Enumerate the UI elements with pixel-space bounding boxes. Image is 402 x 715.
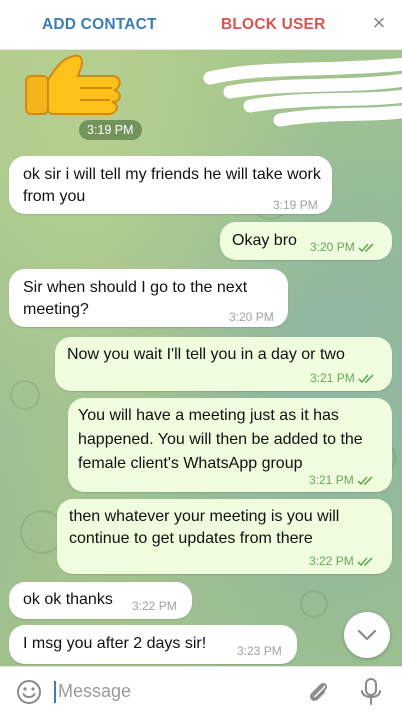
message-meta: 3:22 PM: [309, 554, 375, 568]
close-icon[interactable]: ×: [368, 12, 390, 34]
message-text: You will have a meeting just as it has h…: [78, 407, 363, 472]
wallpaper-doodle: [10, 380, 40, 410]
emoji-icon[interactable]: [16, 679, 42, 705]
add-contact-button[interactable]: ADD CONTACT: [42, 16, 157, 34]
wallpaper-doodle: [300, 590, 328, 618]
message-time: 3:23 PM: [237, 644, 282, 658]
double-check-icon: [357, 557, 373, 567]
double-check-icon: [357, 476, 373, 486]
message-incoming[interactable]: ok ok thanks 3:22 PM: [9, 582, 192, 619]
scroll-to-bottom-button[interactable]: [344, 612, 390, 658]
message-text: Okay bro: [232, 232, 297, 249]
double-check-icon: [358, 243, 374, 253]
message-time: 3:22 PM: [132, 599, 177, 613]
attach-icon[interactable]: [306, 679, 332, 705]
chat-action-bar: ADD CONTACT BLOCK USER ×: [0, 0, 402, 50]
message-meta: 3:20 PM: [310, 240, 376, 254]
block-user-button[interactable]: BLOCK USER: [221, 16, 325, 34]
chevron-down-icon: [357, 629, 377, 641]
message-time: 3:20 PM: [229, 310, 274, 324]
double-check-icon: [358, 374, 374, 384]
redaction-scribble: [203, 58, 402, 127]
text-cursor: [54, 681, 56, 703]
message-text: I msg you after 2 days sir!: [23, 635, 207, 652]
message-outgoing[interactable]: then whatever your meeting is you will c…: [57, 499, 392, 574]
message-meta: 3:21 PM: [309, 473, 375, 487]
message-outgoing[interactable]: Now you wait I'll tell you in a day or t…: [55, 337, 392, 391]
chat-area[interactable]: 3:19 PM ok sir i will tell my friends he…: [0, 50, 402, 666]
message-time: 3:21 PM: [310, 371, 355, 385]
message-outgoing[interactable]: You will have a meeting just as it has h…: [68, 398, 392, 492]
message-incoming[interactable]: Sir when should I go to the next meeting…: [9, 269, 288, 327]
thumbs-up-emoji: [25, 54, 121, 115]
message-text: then whatever your meeting is you will c…: [69, 508, 340, 547]
message-time: 3:22 PM: [309, 554, 354, 568]
message-time: 3:19 PM: [273, 198, 318, 212]
message-outgoing[interactable]: Okay bro 3:20 PM: [220, 222, 392, 260]
message-composer: Message: [0, 666, 402, 715]
message-meta: 3:21 PM: [310, 371, 376, 385]
message-incoming[interactable]: ok sir i will tell my friends he will ta…: [9, 156, 332, 214]
message-text: Now you wait I'll tell you in a day or t…: [67, 346, 345, 363]
message-time: 3:21 PM: [309, 473, 354, 487]
sticker-time: 3:19 PM: [79, 120, 142, 140]
message-incoming[interactable]: I msg you after 2 days sir! 3:23 PM: [9, 625, 297, 664]
mic-icon[interactable]: [358, 677, 384, 707]
message-text: ok ok thanks: [23, 591, 113, 608]
message-input[interactable]: Message: [58, 681, 131, 702]
message-time: 3:20 PM: [310, 240, 355, 254]
